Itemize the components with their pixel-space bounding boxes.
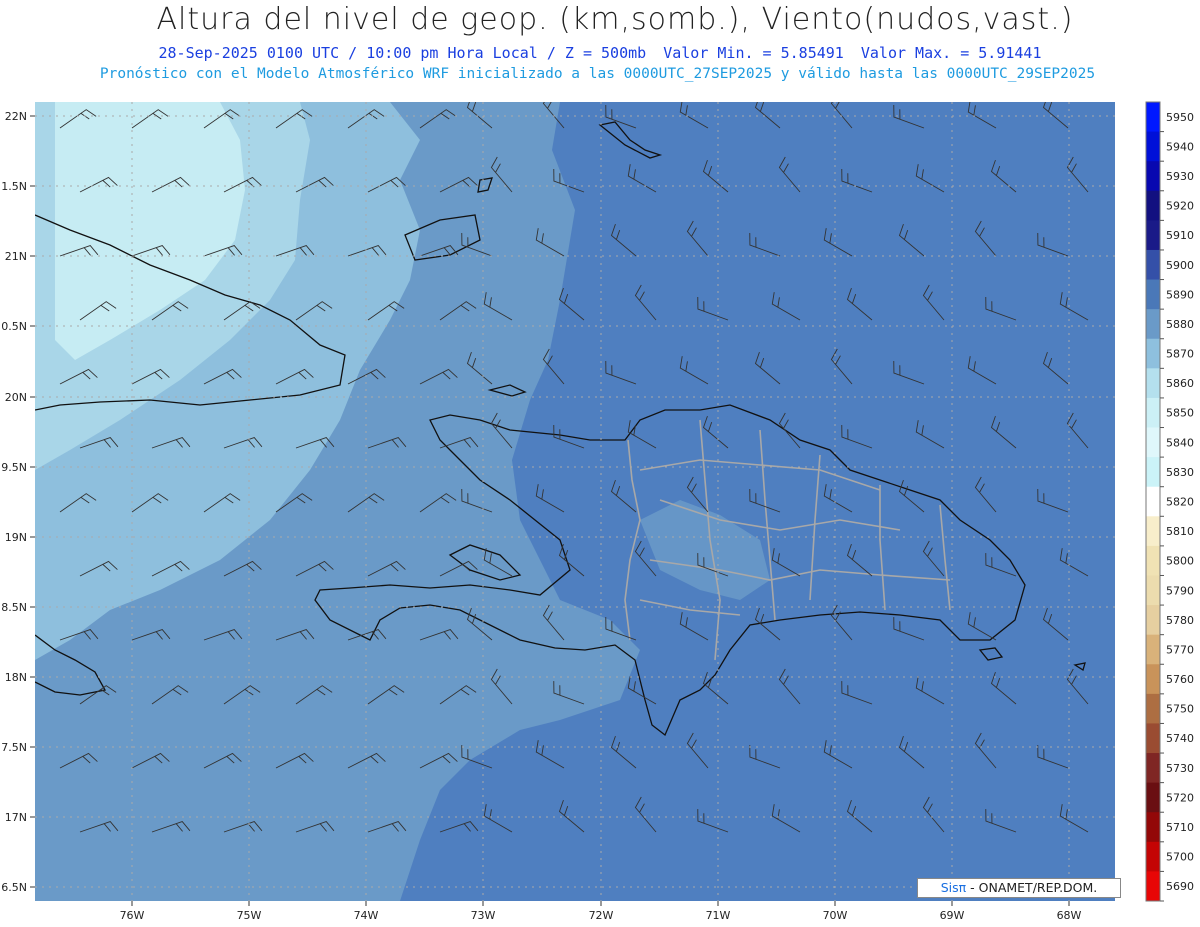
colorbar-label: 5730 [1166,762,1194,775]
colorbar-label: 5860 [1166,377,1194,390]
colorbar-label: 5790 [1166,584,1194,597]
colorbar-swatch [1146,782,1160,813]
lat-label: 1.5N [1,180,27,193]
colorbar-swatch [1146,368,1160,399]
colorbar-label: 5910 [1166,229,1194,242]
colorbar-swatch [1146,841,1160,872]
colorbar-swatch [1146,605,1160,636]
lon-label: 73W [471,909,496,922]
colorbar-swatch [1146,516,1160,547]
colorbar-swatch [1146,249,1160,281]
colorbar-label: 5850 [1166,407,1194,420]
colorbar-swatch [1146,309,1160,340]
colorbar-label: 5760 [1166,673,1194,686]
colorbar-label: 5870 [1166,348,1194,361]
colorbar-swatch [1146,634,1160,665]
colorbar-swatch [1146,486,1160,517]
lat-label: 8.5N [1,601,27,614]
lat-label: 20N [5,391,27,404]
latitude-labels: 22N 1.5N 21N 0.5N 20N 9.5N 19N 8.5N 18N … [1,110,27,894]
lon-label: 71W [706,909,731,922]
colorbar-label: 5780 [1166,614,1194,627]
colorbar-swatch [1146,693,1160,724]
longitude-labels: 76W 75W 74W 73W 72W 71W 70W 69W 68W [120,909,1082,922]
colorbar-swatch [1146,457,1160,488]
colorbar-label: 5770 [1166,643,1194,656]
credit-text: - ONAMET/REP.DOM. [966,880,1098,895]
geopotential-fill [35,102,1115,901]
colorbar-label: 5920 [1166,200,1194,213]
map-figure: 22N 1.5N 21N 0.5N 20N 9.5N 19N 8.5N 18N … [1,101,1194,922]
lat-label: 7.5N [1,741,27,754]
lat-label: 6.5N [1,881,27,894]
colorbar-label: 5930 [1166,170,1194,183]
lon-label: 69W [940,909,965,922]
colorbar-label: 5710 [1166,821,1194,834]
lat-label: 17N [5,811,27,824]
colorbar-label: 5700 [1166,851,1194,864]
colorbar-swatch [1146,131,1160,162]
lat-label: 0.5N [1,320,27,333]
lon-label: 75W [237,909,262,922]
colorbar-swatch [1146,575,1160,606]
lon-label: 70W [823,909,848,922]
colorbar: 5950 5940 5930 5920 5910 5900 5890 5880 5870 5860… [1145,101,1194,902]
lon-label: 68W [1057,909,1082,922]
colorbar-swatch [1146,723,1160,754]
lat-label: 19N [5,531,27,544]
colorbar-swatch [1146,753,1160,784]
colorbar-swatch [1146,427,1160,458]
colorbar-swatch [1146,664,1160,695]
colorbar-label: 5880 [1166,318,1194,331]
lat-label: 18N [5,671,27,684]
colorbar-label: 5690 [1166,880,1194,893]
colorbar-label: 5940 [1166,140,1194,153]
colorbar-swatch [1146,545,1160,576]
lon-label: 72W [589,909,614,922]
colorbar-swatch [1146,220,1160,251]
credit-sis: Sis [940,880,959,895]
colorbar-swatch [1146,812,1160,843]
colorbar-label: 5830 [1166,466,1194,479]
colorbar-label: 5840 [1166,436,1194,449]
lat-label: 22N [5,110,27,123]
colorbar-swatch [1146,397,1160,429]
colorbar-swatch [1146,279,1160,310]
colorbar-label: 5900 [1166,259,1194,272]
colorbar-label: 5800 [1166,555,1194,568]
lat-label: 21N [5,250,27,263]
colorbar-swatch [1146,190,1160,221]
colorbar-label: 5820 [1166,496,1194,509]
colorbar-swatch [1146,338,1160,369]
lon-label: 76W [120,909,145,922]
lat-label: 9.5N [1,461,27,474]
colorbar-label: 5750 [1166,703,1194,716]
colorbar-swatch [1146,161,1160,192]
colorbar-label: 5720 [1166,791,1194,804]
colorbar-label: 5740 [1166,732,1194,745]
colorbar-label: 5950 [1166,111,1194,124]
credit-box: Sisπ - ONAMET/REP.DOM. [917,878,1121,898]
lon-label: 74W [354,909,379,922]
colorbar-label: 5890 [1166,288,1194,301]
colorbar-swatch [1146,102,1160,133]
colorbar-swatch [1146,871,1160,902]
colorbar-label: 5810 [1166,525,1194,538]
